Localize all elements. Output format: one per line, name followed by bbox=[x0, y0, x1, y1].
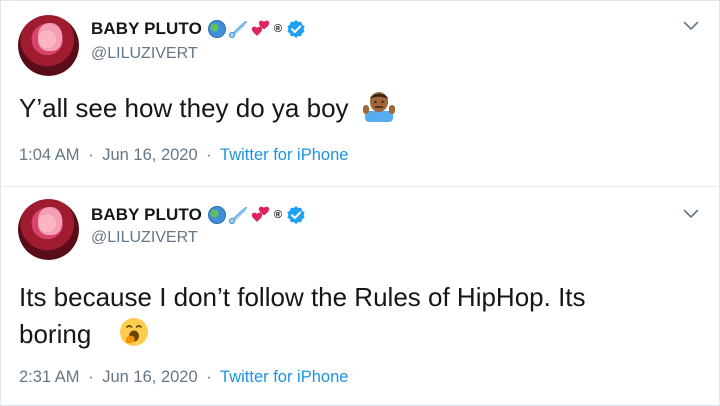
author-name[interactable]: BABY PLUTO bbox=[91, 19, 202, 39]
registered-mark: ® bbox=[273, 209, 282, 221]
tweet-text-content: Y’all see how they do ya boy bbox=[19, 93, 349, 123]
avatar[interactable] bbox=[18, 199, 79, 260]
author-handle[interactable]: @LILUZIVERT bbox=[91, 45, 198, 63]
meta-separator: · bbox=[88, 368, 94, 386]
tweet-date[interactable]: Jun 16, 2020 bbox=[102, 146, 197, 164]
tweet-card-1[interactable]: BABY PLUTO ® @LILUZIVERT Y’all see how t… bbox=[1, 1, 719, 187]
verified-badge-icon bbox=[287, 206, 305, 224]
comet-icon bbox=[228, 20, 247, 38]
meta-separator: · bbox=[206, 146, 212, 164]
registered-mark: ® bbox=[273, 23, 282, 35]
author-handle[interactable]: @LILUZIVERT bbox=[91, 229, 198, 247]
tweet-date[interactable]: Jun 16, 2020 bbox=[102, 368, 197, 386]
tweet-meta: 1:04 AM · Jun 16, 2020 · Twitter for iPh… bbox=[19, 146, 348, 165]
globe-icon bbox=[207, 20, 226, 38]
tweet-source-link[interactable]: Twitter for iPhone bbox=[220, 146, 348, 164]
tweet-text: Y’all see how they do ya boy bbox=[19, 90, 689, 127]
yawning-face-emoji bbox=[119, 318, 148, 346]
person-shrugging-emoji bbox=[362, 92, 395, 122]
tweet-time[interactable]: 2:31 AM bbox=[19, 368, 80, 386]
meta-separator: · bbox=[88, 146, 94, 164]
name-emojis: ® bbox=[207, 205, 306, 225]
chevron-down-icon[interactable] bbox=[683, 21, 699, 31]
tweet-meta: 2:31 AM · Jun 16, 2020 · Twitter for iPh… bbox=[19, 368, 348, 387]
globe-icon bbox=[207, 206, 226, 224]
meta-separator: · bbox=[206, 368, 212, 386]
tweet-text-line-2: boring bbox=[19, 316, 689, 353]
tweet-source-link[interactable]: Twitter for iPhone bbox=[220, 368, 348, 386]
author-name[interactable]: BABY PLUTO bbox=[91, 205, 202, 225]
comet-icon bbox=[228, 206, 247, 224]
tweet-text-line-1: Its because I don’t follow the Rules of … bbox=[19, 282, 586, 312]
tweet-feed: BABY PLUTO ® @LILUZIVERT Y’all see how t… bbox=[0, 0, 720, 406]
verified-badge-icon bbox=[287, 20, 305, 38]
chevron-down-icon[interactable] bbox=[683, 209, 699, 219]
tweet-text: Its because I don’t follow the Rules of … bbox=[19, 279, 689, 353]
name-emojis: ® bbox=[207, 19, 306, 39]
avatar[interactable] bbox=[18, 15, 79, 76]
hearts-icon bbox=[251, 206, 270, 222]
tweet-text-line-2-content: boring bbox=[19, 319, 92, 349]
tweet-time[interactable]: 1:04 AM bbox=[19, 146, 80, 164]
hearts-icon bbox=[251, 20, 270, 36]
tweet-card-2[interactable]: BABY PLUTO ® @LILUZIVERT Its because I d… bbox=[1, 187, 719, 405]
author-row: BABY PLUTO ® bbox=[91, 204, 306, 226]
author-row: BABY PLUTO ® bbox=[91, 18, 306, 40]
